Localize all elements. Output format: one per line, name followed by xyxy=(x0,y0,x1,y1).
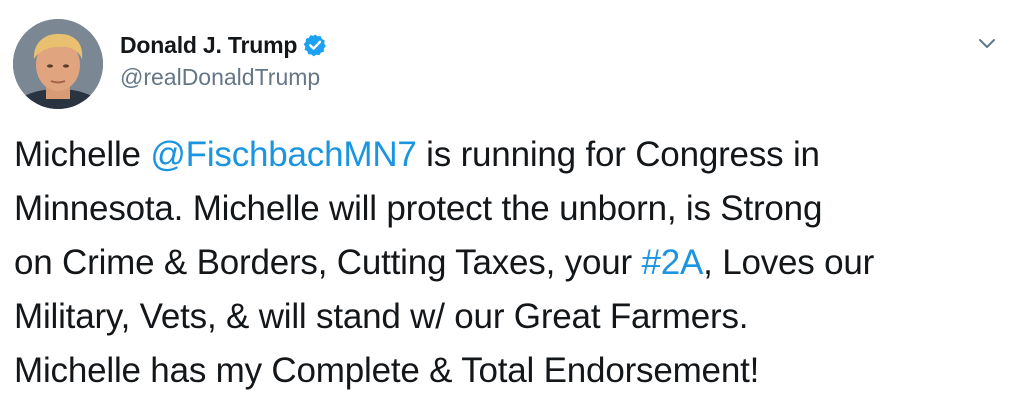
avatar-photo xyxy=(13,19,103,109)
author-avatar[interactable] xyxy=(13,19,103,109)
tweet-line-4: Military, Vets, & will stand w/ our Grea… xyxy=(14,297,749,336)
tweet-text-segment: is running for Congress in xyxy=(416,135,820,174)
tweet-text: Michelle @FischbachMN7 is running for Co… xyxy=(14,128,1014,398)
chevron-down-icon[interactable] xyxy=(974,30,1000,56)
tweet-text-segment: on Crime & Borders, Cutting Taxes, your xyxy=(14,243,642,282)
name-row: Donald J. Trump xyxy=(120,30,327,60)
author-display-name[interactable]: Donald J. Trump xyxy=(120,32,297,59)
tweet-text-segment: , Loves our xyxy=(703,243,875,282)
tweet-line-1: Michelle @FischbachMN7 is running for Co… xyxy=(14,128,1014,182)
hashtag-link[interactable]: #2A xyxy=(641,243,703,282)
author-handle[interactable]: @realDonaldTrump xyxy=(120,64,327,91)
verified-badge-icon xyxy=(303,33,327,57)
mention-link[interactable]: @FischbachMN7 xyxy=(150,135,417,174)
tweet-header: Donald J. Trump @realDonaldTrump xyxy=(120,30,327,91)
tweet-line-3: on Crime & Borders, Cutting Taxes, your … xyxy=(14,236,1014,290)
tweet-text-segment: Michelle xyxy=(14,135,151,174)
tweet-card: Donald J. Trump @realDonaldTrump Michell… xyxy=(0,0,1024,414)
tweet-line-2: Minnesota. Michelle will protect the unb… xyxy=(14,189,823,228)
tweet-line-5: Michelle has my Complete & Total Endorse… xyxy=(14,351,760,390)
